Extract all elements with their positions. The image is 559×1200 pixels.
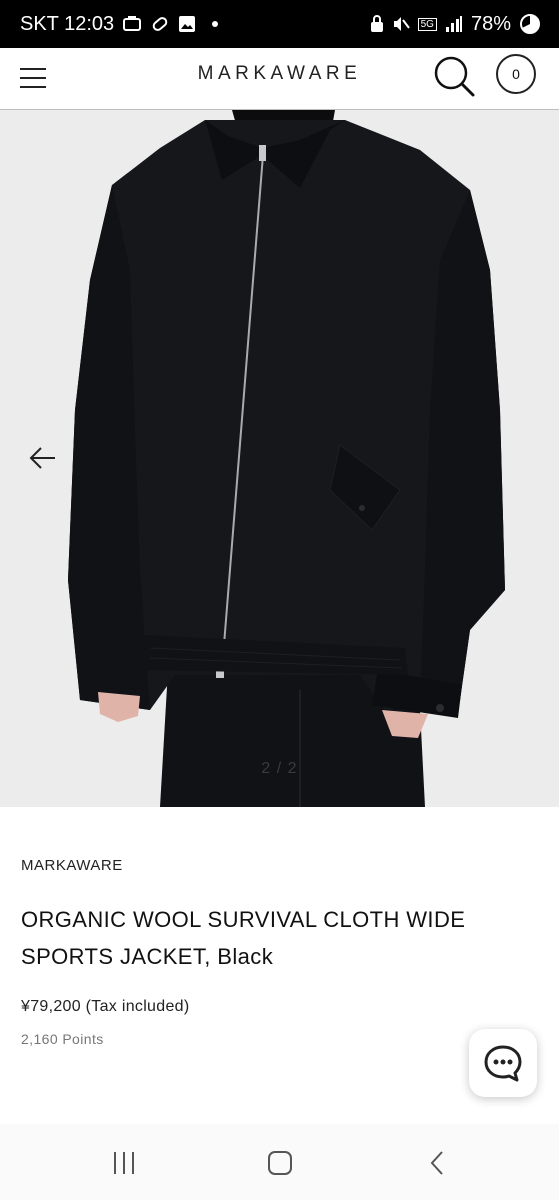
cart-button[interactable]: 0 — [496, 54, 536, 94]
back-icon — [430, 1151, 443, 1175]
product-vendor[interactable]: MARKAWARE — [21, 857, 123, 874]
product-title: ORGANIC WOOL SURVIVAL CLOTH WIDE SPORTS … — [21, 907, 466, 969]
link-icon — [150, 15, 170, 33]
notification-dot-icon — [212, 21, 219, 27]
previous-image-button[interactable] — [28, 443, 58, 473]
image-icon — [178, 15, 196, 33]
recent-apps-icon — [114, 1152, 134, 1174]
product-image-gallery[interactable]: 2 / 2 — [0, 110, 559, 807]
chat-icon — [484, 1045, 522, 1082]
cart-count: 0 — [512, 66, 520, 82]
product-photo — [68, 110, 505, 807]
home-icon — [268, 1151, 292, 1175]
chat-button[interactable] — [469, 1029, 537, 1097]
slide-counter: 2 / 2 — [261, 760, 298, 777]
search-icon — [434, 56, 475, 97]
mute-icon — [392, 15, 410, 33]
reward-points: 2,160 Points — [21, 1031, 104, 1047]
home-button[interactable] — [265, 1148, 295, 1178]
network-5g-icon: 5G — [417, 17, 437, 31]
game-icon — [122, 15, 142, 33]
search-button[interactable] — [432, 54, 476, 98]
battery-level: 78% — [470, 12, 511, 35]
battery-icon — [519, 13, 541, 35]
system-nav-bar — [0, 1124, 559, 1200]
arrow-left-icon — [29, 447, 55, 469]
product-price: ¥79,200 (Tax included) — [21, 998, 190, 1015]
recent-apps-button[interactable] — [109, 1148, 139, 1178]
signal-icon — [445, 15, 463, 33]
status-bar: SKT 12:03 5G 78% — [0, 0, 559, 48]
back-button[interactable] — [422, 1148, 452, 1178]
lock-icon — [370, 15, 384, 33]
carrier-time: SKT 12:03 — [20, 12, 115, 35]
